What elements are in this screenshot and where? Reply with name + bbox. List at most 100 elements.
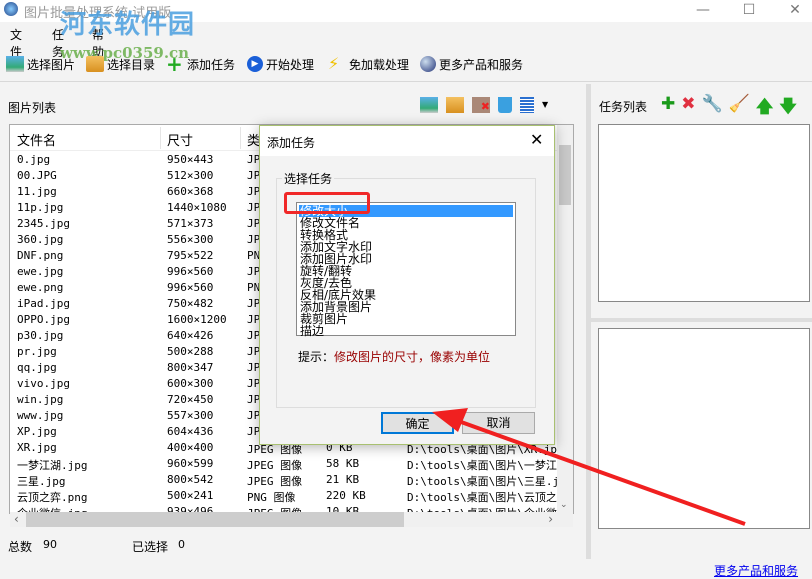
- dialog-close-icon[interactable]: ✕: [530, 130, 543, 149]
- add-image-icon[interactable]: [420, 97, 438, 113]
- wrench-icon[interactable]: 🔧: [702, 94, 723, 123]
- app-icon: [4, 2, 18, 16]
- plus-icon: +: [166, 52, 183, 76]
- cell-dimensions: 750×482: [167, 297, 214, 310]
- remove-image-icon[interactable]: ✖: [472, 97, 490, 113]
- selected-label: 已选择: [132, 540, 169, 554]
- view-list-icon[interactable]: [520, 97, 534, 113]
- cell-type: JPEG 图像: [247, 459, 303, 472]
- cell-filename: ewe.png: [17, 281, 64, 294]
- cell-filename: 0.jpg: [17, 153, 51, 166]
- cell-filename: 云顶之弈.png: [17, 491, 88, 504]
- cell-filename: 11p.jpg: [17, 201, 64, 214]
- horizontal-scrollbar[interactable]: ‹ ›: [10, 512, 573, 527]
- maximize-button[interactable]: ☐: [726, 0, 772, 22]
- cell-dimensions: 512×300: [167, 169, 214, 182]
- cell-filename: www.jpg: [17, 409, 64, 422]
- hint-text: 修改图片的尺寸，像素为单位: [334, 350, 491, 364]
- cell-path: D:\tools\桌面\图片\三星.j: [407, 475, 557, 488]
- cell-dimensions: 571×373: [167, 217, 214, 230]
- select-images-button[interactable]: 选择图片: [6, 53, 75, 75]
- preview-box: [598, 328, 810, 529]
- cell-dimensions: 996×560: [167, 281, 214, 294]
- cell-type: PNG 图像: [247, 491, 296, 504]
- cell-dimensions: 1600×1200: [167, 313, 227, 326]
- cell-dimensions: 1440×1080: [167, 201, 227, 214]
- cell-dimensions: 556×300: [167, 233, 214, 246]
- cell-dimensions: 557×300: [167, 409, 214, 422]
- cell-filesize: 21 KB: [326, 473, 360, 486]
- label: 选择目录: [107, 57, 156, 72]
- add-task-icon[interactable]: ✚: [661, 94, 675, 123]
- label: 免加载处理: [349, 57, 410, 72]
- vertical-scrollbar[interactable]: ⌄: [557, 125, 573, 512]
- task-option[interactable]: 描边: [299, 325, 513, 337]
- label: 更多产品和服务: [439, 57, 524, 72]
- cell-filename: iPad.jpg: [17, 297, 70, 310]
- cell-filename: win.jpg: [17, 393, 64, 406]
- move-down-icon[interactable]: 🡇: [779, 94, 796, 123]
- no-load-processing-button[interactable]: ⚡ 免加载处理: [328, 53, 409, 75]
- cell-filename: p30.jpg: [17, 329, 64, 342]
- more-products-button[interactable]: 更多产品和服务: [420, 53, 523, 75]
- cell-dimensions: 996×560: [167, 265, 214, 278]
- cell-dimensions: 600×300: [167, 377, 214, 390]
- label: 添加任务: [187, 57, 236, 72]
- cell-filename: vivo.jpg: [17, 377, 70, 390]
- cancel-button[interactable]: 取消: [462, 412, 535, 434]
- recycle-bin-icon[interactable]: [498, 97, 512, 113]
- minimize-button[interactable]: —: [680, 0, 726, 22]
- column-filename[interactable]: 文件名: [17, 130, 56, 149]
- splitter[interactable]: [591, 318, 812, 322]
- cell-filename: 三星.jpg: [17, 475, 66, 488]
- folder-icon: [86, 56, 104, 72]
- cell-filename: ewe.jpg: [17, 265, 64, 278]
- task-option[interactable]: 裁剪图片: [299, 313, 513, 325]
- selected-count: 0: [178, 538, 185, 551]
- cell-dimensions: 720×450: [167, 393, 214, 406]
- table-row[interactable]: 云顶之弈.png 500×241 PNG 图像 220 KB D:\tools\桌面\图…: [10, 488, 570, 504]
- label: 选择图片: [27, 57, 76, 72]
- cell-dimensions: 604×436: [167, 425, 214, 438]
- image-icon: [6, 56, 24, 72]
- select-folder-button[interactable]: 选择目录: [86, 53, 155, 75]
- cell-dimensions: 400×400: [167, 441, 214, 454]
- cell-filename: qq.jpg: [17, 361, 57, 374]
- delete-task-icon[interactable]: ✖: [681, 94, 695, 123]
- total-count: 90: [43, 538, 57, 551]
- dialog-title: 添加任务: [267, 136, 316, 150]
- add-folder-icon[interactable]: [446, 97, 464, 113]
- group-label: 选择任务: [282, 170, 335, 187]
- cell-dimensions: 660×368: [167, 185, 214, 198]
- add-task-button[interactable]: + 添加任务: [166, 53, 235, 75]
- cell-filename: DNF.png: [17, 249, 64, 262]
- cell-filename: 11.jpg: [17, 185, 57, 198]
- start-processing-button[interactable]: ▶ 开始处理: [247, 53, 314, 75]
- table-row[interactable]: 一梦江湖.jpg 960×599 JPEG 图像 58 KB D:\tools\桌面\图…: [10, 456, 570, 472]
- dropdown-arrow-icon[interactable]: ▼: [542, 97, 548, 113]
- cell-path: D:\tools\桌面\图片\云顶之: [407, 491, 557, 504]
- add-task-dialog: 添加任务 ✕ 选择任务 修改大小 修改文件名 转换格式 添加文字水印 添加图片水印 旋转/…: [259, 125, 555, 445]
- task-listbox[interactable]: 修改大小 修改文件名 转换格式 添加文字水印 添加图片水印 旋转/翻转 灰度/去色 反相/底片…: [296, 202, 516, 337]
- play-icon: ▶: [247, 56, 263, 72]
- table-row[interactable]: 三星.jpg 800×542 JPEG 图像 21 KB D:\tools\桌面\图片\…: [10, 472, 570, 488]
- cell-path: D:\tools\桌面\图片\一梦江: [407, 459, 557, 472]
- cell-dimensions: 800×542: [167, 473, 214, 486]
- ok-button[interactable]: 确定: [381, 412, 454, 434]
- move-up-icon[interactable]: 🡅: [756, 94, 773, 123]
- column-dimensions[interactable]: 尺寸: [167, 130, 193, 149]
- cell-type: JPEG 图像: [247, 475, 303, 488]
- globe-icon: [420, 56, 436, 72]
- hint-label: 提示：: [298, 350, 335, 364]
- cell-filesize: 58 KB: [326, 457, 360, 470]
- broom-icon[interactable]: 🧹: [729, 94, 750, 123]
- toolbar: 选择图片 选择目录 + 添加任务 ▶ 开始处理 ⚡ 免加载处理 更多产品和服务: [0, 50, 536, 78]
- cell-filename: OPPO.jpg: [17, 313, 70, 326]
- image-list-toolbar: ✖ ▼: [420, 97, 548, 113]
- cell-dimensions: 950×443: [167, 153, 214, 166]
- task-list-box[interactable]: [598, 124, 810, 302]
- cell-filesize: 220 KB: [326, 489, 366, 502]
- cell-filename: 360.jpg: [17, 233, 64, 246]
- close-button[interactable]: ✕: [772, 0, 812, 22]
- total-label: 总数: [8, 540, 33, 554]
